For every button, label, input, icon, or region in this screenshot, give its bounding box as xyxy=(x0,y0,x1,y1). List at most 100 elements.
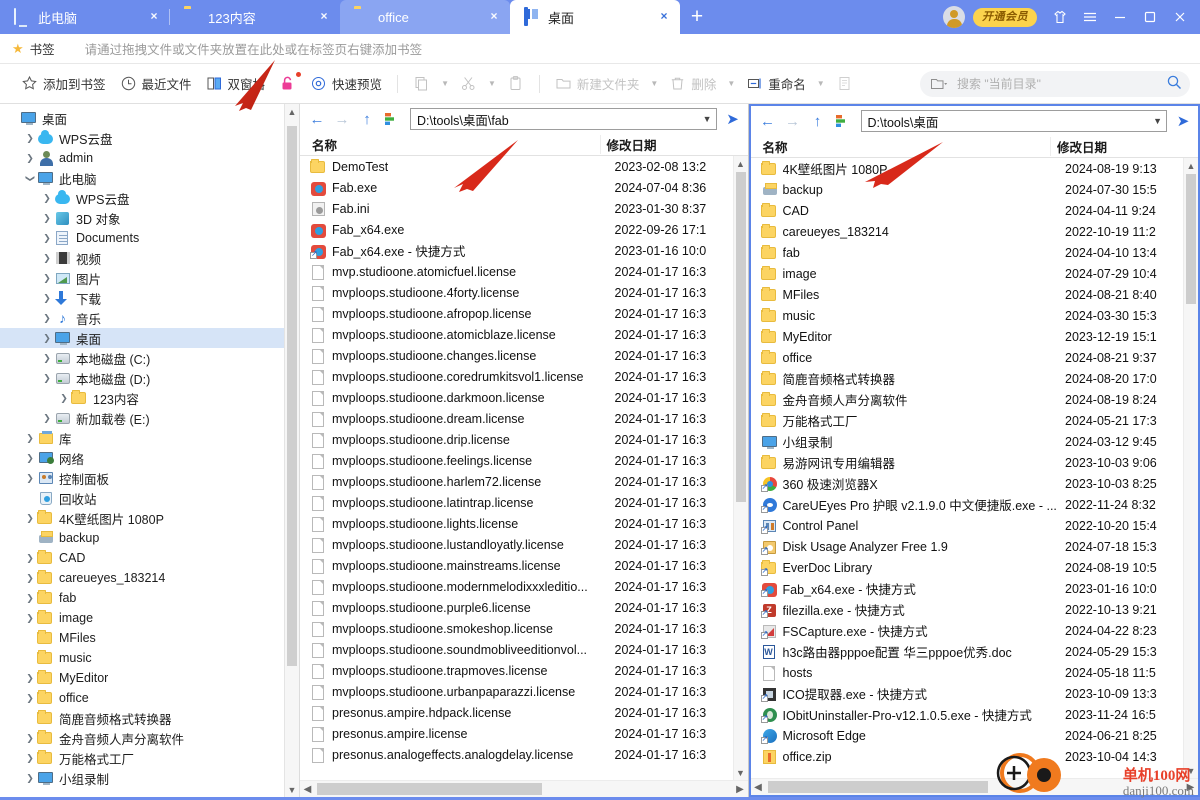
sidebar-item[interactable]: ❯ 视频 xyxy=(0,248,299,268)
sidebar-item[interactable]: ❯ 此电脑 xyxy=(0,168,299,188)
sidebar-item[interactable]: ❯ 本地磁盘 (D:) xyxy=(0,368,299,388)
scroll-down-icon[interactable]: ▼ xyxy=(734,765,748,780)
chevron-right-icon[interactable]: ❯ xyxy=(57,393,71,404)
minimize-button[interactable] xyxy=(1106,3,1134,31)
chevron-right-icon[interactable]: ❯ xyxy=(23,473,37,484)
file-row[interactable]: careueyes_183214 2022-10-19 11:2 xyxy=(751,221,1199,242)
search-icon[interactable] xyxy=(1166,74,1182,93)
tab-close-icon[interactable]: × xyxy=(656,9,672,25)
left-file-list[interactable]: DemoTest 2023-02-08 13:2 Fab.exe 2024-07-04… xyxy=(300,156,748,780)
sidebar-item[interactable]: ❯ 万能格式工厂 xyxy=(0,748,299,768)
go-icon[interactable]: ➤ xyxy=(1174,112,1192,130)
new-tab-button[interactable]: + xyxy=(680,0,714,34)
file-row[interactable]: mvploops.studioone.mainstreams.license 20… xyxy=(300,555,748,576)
sidebar-item[interactable]: ❯ 下载 xyxy=(0,288,299,308)
left-address-bar[interactable]: D:\tools\桌面\fab ▼ xyxy=(410,108,717,130)
scroll-right-icon[interactable]: ▶ xyxy=(1183,782,1198,793)
chevron-right-icon[interactable]: ❯ xyxy=(23,693,37,704)
sidebar-item[interactable]: 桌面 xyxy=(0,108,299,128)
chevron-right-icon[interactable]: ❯ xyxy=(23,773,37,784)
file-row[interactable]: mvploops.studioone.modernmelodixxxlediti… xyxy=(300,576,748,597)
file-row[interactable]: mvploops.studioone.changes.license 2024-0… xyxy=(300,345,748,366)
file-row[interactable]: mvploops.studioone.afropop.license 2024-0… xyxy=(300,303,748,324)
properties-button[interactable] xyxy=(829,70,860,98)
sidebar-item[interactable]: ❯ careueyes_183214 xyxy=(0,568,299,588)
delete-caret-icon[interactable]: ▼ xyxy=(723,79,739,88)
file-row[interactable]: mvploops.studioone.purple6.license 2024-0… xyxy=(300,597,748,618)
file-row[interactable]: mvp.studioone.atomicfuel.license 2024-01-… xyxy=(300,261,748,282)
paste-button[interactable] xyxy=(500,70,531,98)
chevron-right-icon[interactable]: ❯ xyxy=(40,313,54,324)
file-row[interactable]: mvploops.studioone.smokeshop.license 2024… xyxy=(300,618,748,639)
file-row[interactable]: mvploops.studioone.dream.license 2024-01-… xyxy=(300,408,748,429)
up-icon[interactable]: ↑ xyxy=(356,108,378,130)
sidebar-scrollbar[interactable]: ▲ ▼ xyxy=(284,104,299,797)
forward-icon[interactable]: → xyxy=(782,110,804,132)
scroll-down-icon[interactable]: ▼ xyxy=(285,782,299,797)
chevron-right-icon[interactable]: ❯ xyxy=(23,453,37,464)
sidebar-item[interactable]: ❯ admin xyxy=(0,148,299,168)
sidebar-item[interactable]: ❯ MyEditor xyxy=(0,668,299,688)
tab-123content[interactable]: 123内容 × xyxy=(170,0,340,34)
file-row[interactable]: presonus.ampire.hdpack.license 2024-01-17… xyxy=(300,702,748,723)
chevron-right-icon[interactable]: ❯ xyxy=(40,213,54,224)
left-horizontal-scrollbar[interactable]: ◀ ▶ xyxy=(300,780,748,797)
folder-scope-icon[interactable] xyxy=(930,77,948,91)
tab-close-icon[interactable]: × xyxy=(146,9,162,25)
file-row[interactable]: MyEditor 2023-12-19 15:1 xyxy=(751,326,1199,347)
sidebar-item[interactable]: ❯ WPS云盘 xyxy=(0,188,299,208)
file-row[interactable]: 金舟音频人声分离软件 2024-08-19 8:24 xyxy=(751,389,1199,410)
sidebar-item[interactable]: ❯ CAD xyxy=(0,548,299,568)
file-row[interactable]: Control Panel 2022-10-20 15:4 xyxy=(751,515,1199,536)
sidebar-item[interactable]: ❯ office xyxy=(0,688,299,708)
history-icon[interactable] xyxy=(832,110,854,132)
up-icon[interactable]: ↑ xyxy=(807,110,829,132)
add-to-bookmarks-button[interactable]: 添加到书签 xyxy=(14,70,113,98)
history-icon[interactable] xyxy=(381,108,403,130)
scrollbar-thumb[interactable] xyxy=(287,126,297,666)
file-row[interactable]: Fab.exe 2024-07-04 8:36 xyxy=(300,177,748,198)
tab-office[interactable]: office × xyxy=(340,0,510,34)
file-row[interactable]: mvploops.studioone.darkmoon.license 2024-… xyxy=(300,387,748,408)
scroll-up-icon[interactable]: ▲ xyxy=(1184,158,1198,173)
chevron-right-icon[interactable]: ❯ xyxy=(23,573,37,584)
sidebar-item[interactable]: 回收站 xyxy=(0,488,299,508)
menu-icon[interactable] xyxy=(1076,3,1104,31)
sidebar-item[interactable]: ❯ 3D 对象 xyxy=(0,208,299,228)
column-name[interactable]: 名称 xyxy=(751,137,1051,156)
file-row[interactable]: Microsoft Edge 2024-06-21 8:25 xyxy=(751,725,1199,746)
chevron-right-icon[interactable]: ❯ xyxy=(40,353,54,364)
chevron-right-icon[interactable]: ❯ xyxy=(40,273,54,284)
file-row[interactable]: office.zip 2023-10-04 14:3 xyxy=(751,746,1199,767)
chevron-right-icon[interactable]: ❯ xyxy=(23,153,37,164)
chevron-right-icon[interactable]: ❯ xyxy=(23,133,37,144)
file-row[interactable]: EverDoc Library 2024-08-19 10:5 xyxy=(751,557,1199,578)
file-row[interactable]: mvploops.studioone.soundmobliveeditionvo… xyxy=(300,639,748,660)
file-row[interactable]: mvploops.studioone.lustandloyatly.licens… xyxy=(300,534,748,555)
file-row[interactable]: 4K壁纸图片 1080P 2024-08-19 9:13 xyxy=(751,158,1199,179)
sidebar-item[interactable]: ❯ image xyxy=(0,608,299,628)
file-row[interactable]: mvploops.studioone.4forty.license 2024-01… xyxy=(300,282,748,303)
close-button[interactable] xyxy=(1166,3,1194,31)
file-row[interactable]: Fab_x64.exe 2022-09-26 17:1 xyxy=(300,219,748,240)
rename-caret-icon[interactable]: ▼ xyxy=(813,79,829,88)
file-row[interactable]: mvploops.studioone.latintrap.license 2024… xyxy=(300,492,748,513)
file-row[interactable]: FSCapture.exe - 快捷方式 2024-04-22 8:23 xyxy=(751,620,1199,641)
chevron-right-icon[interactable]: ❯ xyxy=(40,413,54,424)
chevron-down-icon[interactable]: ❯ xyxy=(25,171,36,185)
chevron-right-icon[interactable]: ❯ xyxy=(40,293,54,304)
column-date[interactable]: 修改日期 xyxy=(1050,137,1183,156)
file-row[interactable]: ICO提取器.exe - 快捷方式 2023-10-09 13:3 xyxy=(751,683,1199,704)
file-row[interactable]: MFiles 2024-08-21 8:40 xyxy=(751,284,1199,305)
sidebar-item[interactable]: ❯ 桌面 xyxy=(0,328,299,348)
right-horizontal-scrollbar[interactable]: ◀ ▶ xyxy=(750,778,1198,795)
file-row[interactable]: CAD 2024-04-11 9:24 xyxy=(751,200,1199,221)
sidebar-item[interactable]: ❯ 小组录制 xyxy=(0,768,299,788)
file-row[interactable]: 360 极速浏览器X 2023-10-03 8:25 xyxy=(751,473,1199,494)
chevron-right-icon[interactable]: ❯ xyxy=(23,733,37,744)
quick-preview-button[interactable]: 快速预览 xyxy=(303,70,389,98)
column-date[interactable]: 修改日期 xyxy=(599,135,733,154)
dual-pane-button[interactable]: 双窗格 xyxy=(199,70,273,98)
scroll-track[interactable] xyxy=(766,779,1184,795)
right-vertical-scrollbar[interactable]: ▲ ▼ xyxy=(1183,158,1198,778)
